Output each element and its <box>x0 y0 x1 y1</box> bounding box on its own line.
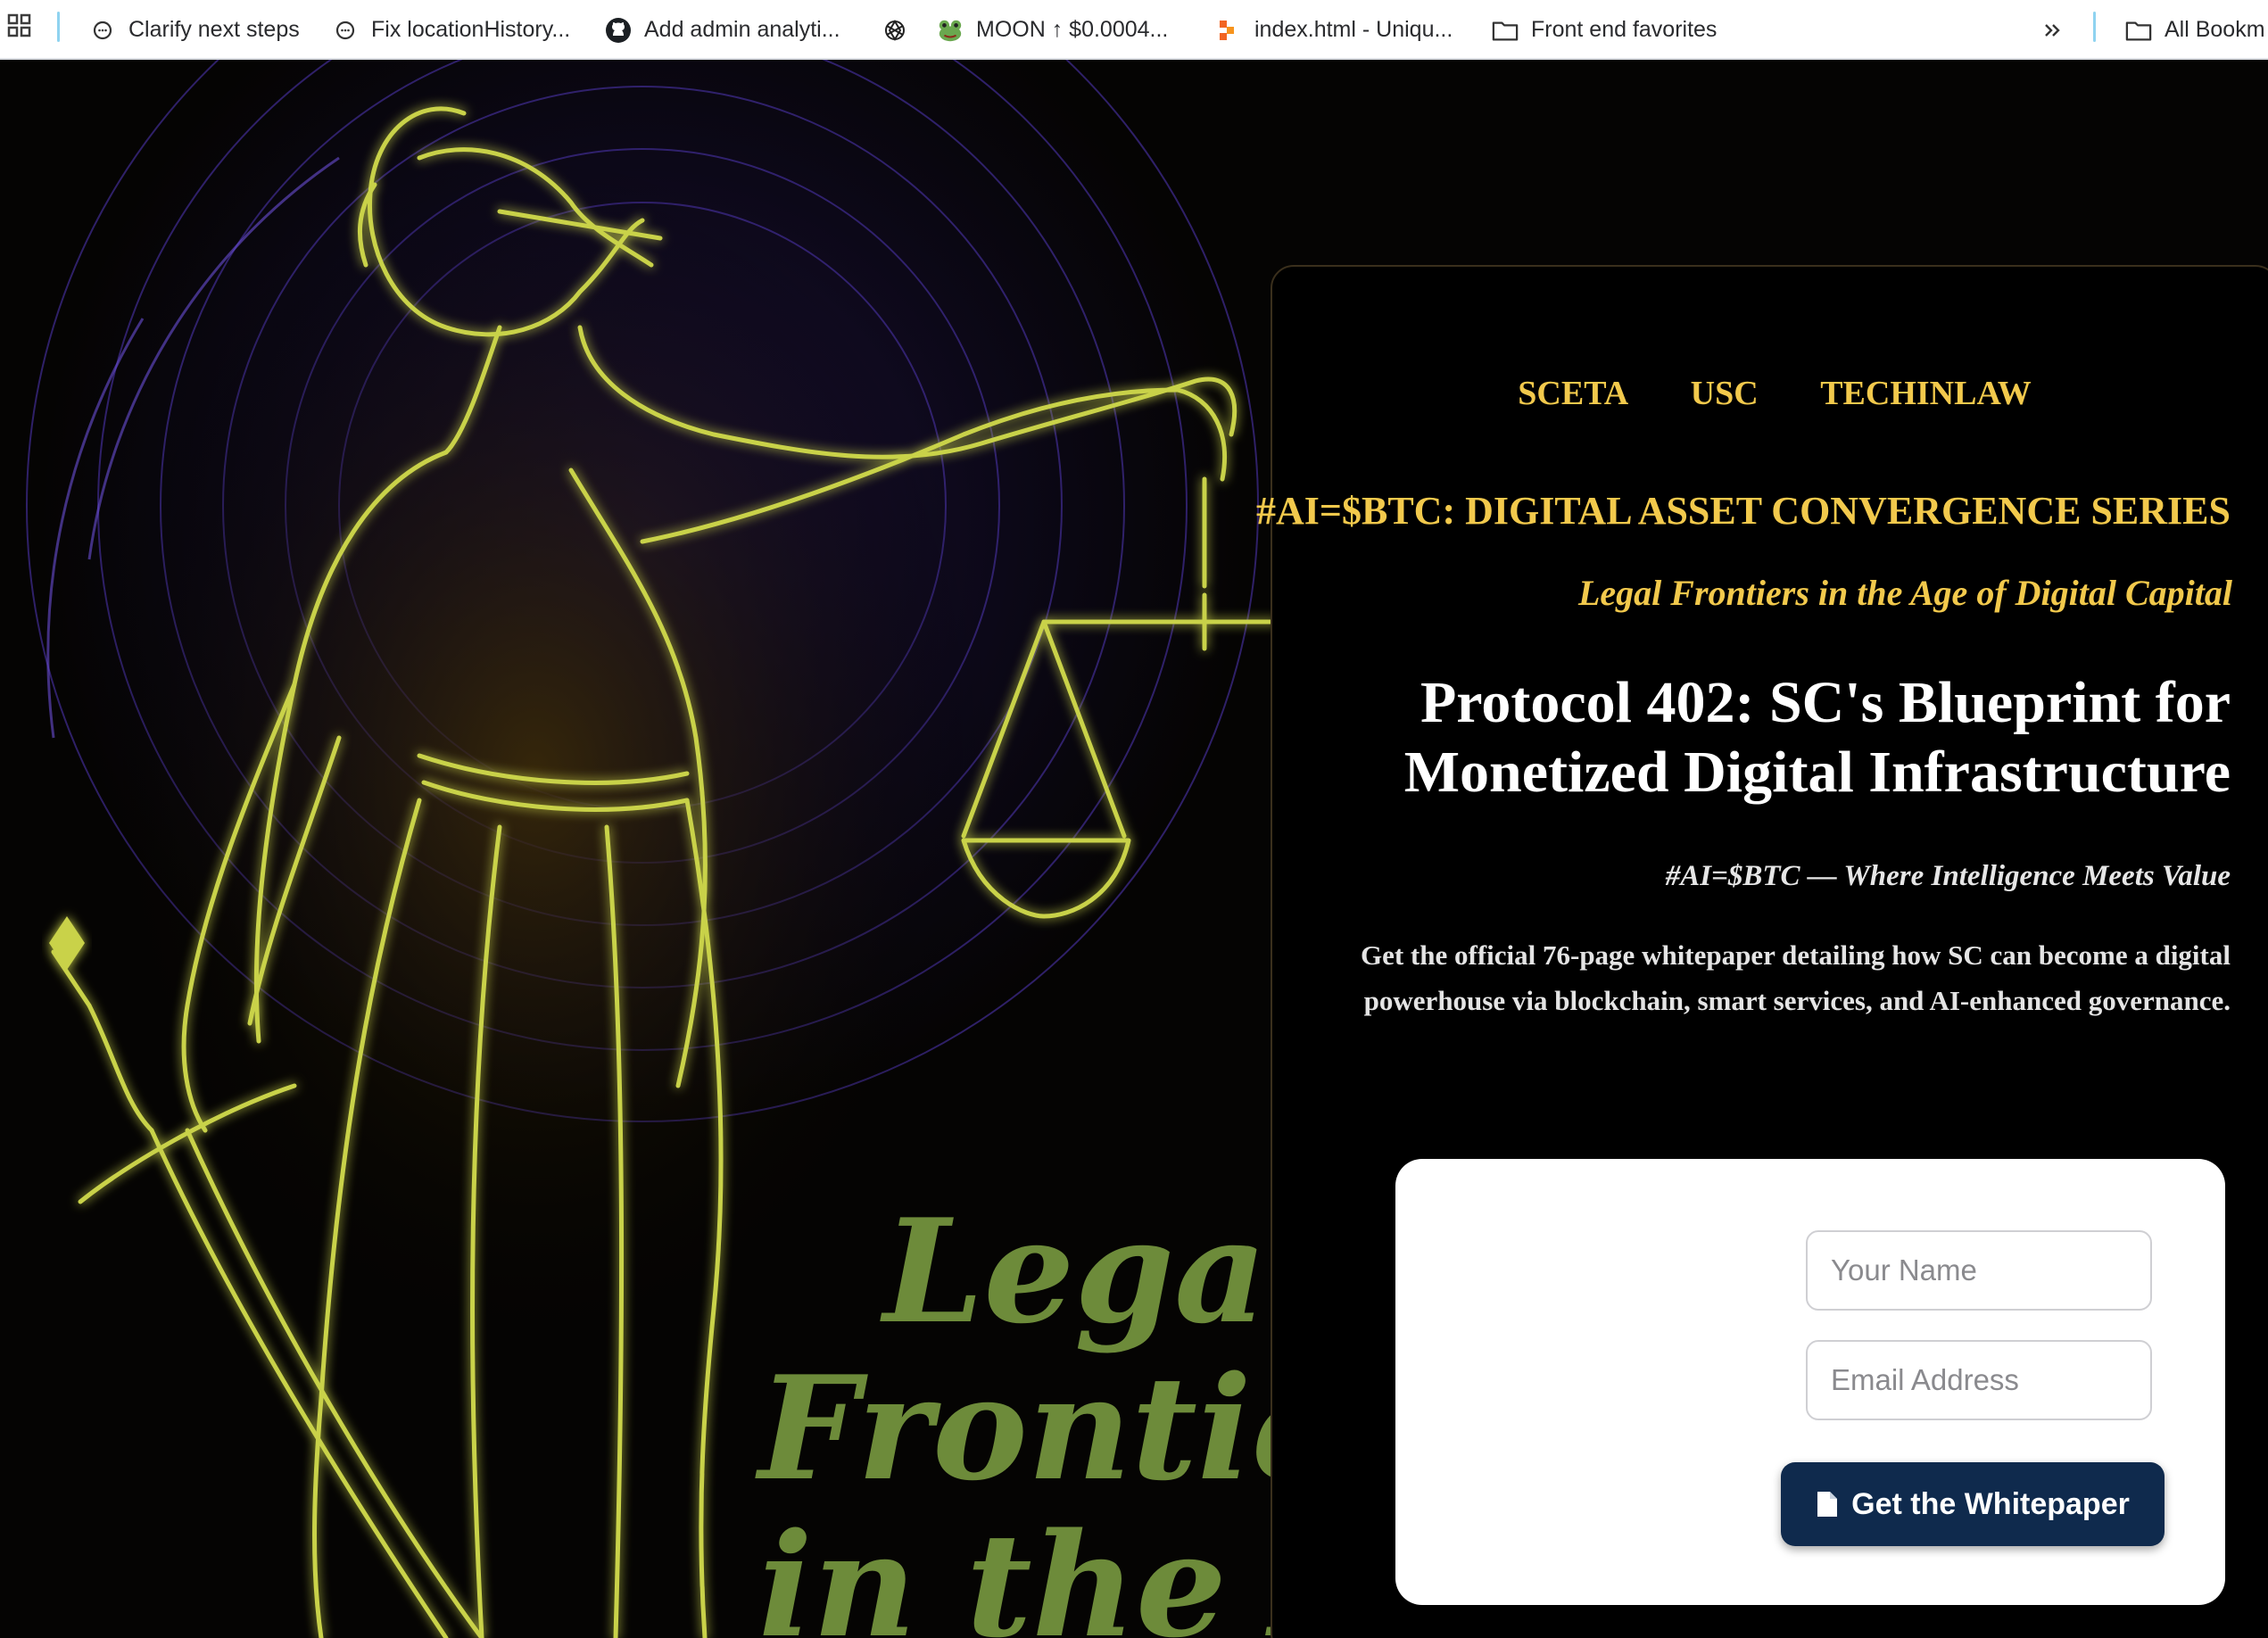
series-title: #AI=$BTC: DIGITAL ASSET CONVERGENCE SERI… <box>1256 489 2231 533</box>
info-panel: SCETA USC TECHINLAW #AI=$BTC: DIGITAL AS… <box>1256 265 2268 1638</box>
hero-section: Legal Frontier in the Ag SCETA USC TECHI… <box>0 60 2268 1638</box>
headline-line: Protocol 402: SC's Blueprint for <box>1420 670 2231 735</box>
name-field[interactable] <box>1806 1230 2152 1311</box>
headline-line: Monetized Digital Infrastructure <box>1403 740 2231 805</box>
apps-grid-icon[interactable] <box>7 12 34 39</box>
get-whitepaper-button[interactable]: Get the Whitepaper <box>1781 1462 2165 1546</box>
frog-icon <box>937 17 964 44</box>
bookmark-item[interactable]: index.html - Uniqu... <box>1215 0 1453 60</box>
all-bookmarks-button[interactable]: All Bookm <box>2125 0 2265 60</box>
openai-icon <box>882 17 908 44</box>
bookmark-label: Front end favorites <box>1531 17 1718 42</box>
chevron-double-right-icon <box>2040 17 2066 44</box>
nav-item-sceta[interactable]: SCETA <box>1518 375 1628 412</box>
folder-icon <box>1492 17 1519 44</box>
folder-icon <box>2125 17 2152 44</box>
more-bookmarks-button[interactable] <box>2040 0 2079 60</box>
bookmark-label: MOON ↑ $0.0004... <box>976 17 1169 42</box>
whitepaper-form: Get the Whitepaper <box>1395 1159 2225 1605</box>
nav-item-techinlaw[interactable]: TECHINLAW <box>1820 375 2032 412</box>
bookmark-label: Fix locationHistory... <box>371 17 571 42</box>
bookmarks-separator <box>57 12 60 42</box>
tagline: #AI=$BTC — Where Intelligence Meets Valu… <box>1665 860 2231 892</box>
submit-label: Get the Whitepaper <box>1851 1486 2130 1521</box>
nav-item-usc[interactable]: USC <box>1691 375 1759 412</box>
bookmark-label: Add admin analyti... <box>644 17 840 42</box>
bookmark-item[interactable]: Add admin analyti... <box>605 0 840 60</box>
bookmark-item[interactable]: MOON ↑ $0.0004... <box>937 0 1168 60</box>
bookmark-item[interactable]: Clarify next steps <box>89 0 300 60</box>
github-icon <box>605 17 632 44</box>
email-field[interactable] <box>1806 1340 2152 1420</box>
bookmark-label: Clarify next steps <box>128 17 300 42</box>
partner-nav: SCETA USC TECHINLAW <box>1272 374 2268 413</box>
bookmark-item[interactable] <box>882 0 921 60</box>
chat-bubble-icon <box>89 17 116 44</box>
code-file-icon <box>1215 17 1242 44</box>
bookmarks-separator <box>2093 12 2096 42</box>
bookmarks-bar: Clarify next steps Fix locationHistory..… <box>0 0 2268 60</box>
all-bookmarks-label: All Bookm <box>2165 17 2265 42</box>
bookmark-item[interactable]: Fix locationHistory... <box>332 0 570 60</box>
bookmark-label: index.html - Uniqu... <box>1254 17 1453 42</box>
description: Get the official 76-page whitepaper deta… <box>1360 939 2231 1016</box>
document-icon <box>1816 1490 1839 1518</box>
series-subtitle: Legal Frontiers in the Age of Digital Ca… <box>1577 573 2232 613</box>
chat-bubble-icon <box>332 17 359 44</box>
bookmark-folder[interactable]: Front end favorites <box>1492 0 1717 60</box>
page-title: Protocol 402: SC's Blueprint for Monetiz… <box>1338 668 2231 807</box>
